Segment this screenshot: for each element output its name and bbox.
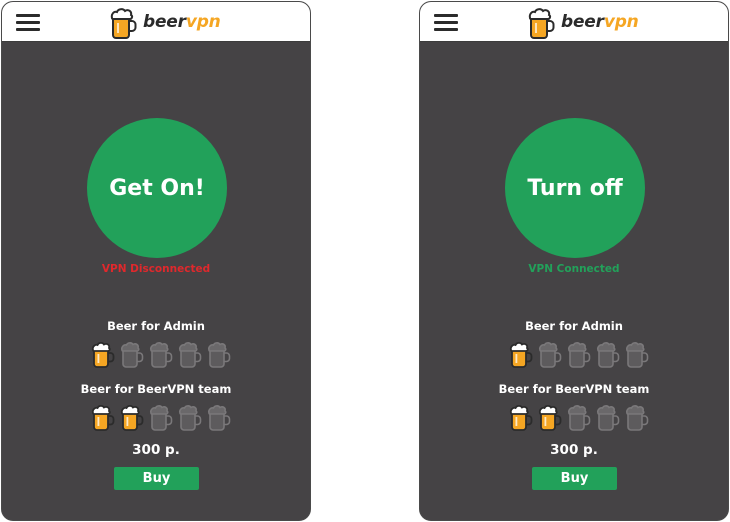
beer-mug-full-icon[interactable]: [508, 404, 534, 432]
admin-beer-rating: [508, 341, 650, 369]
beer-mug-empty-icon[interactable]: [595, 404, 621, 432]
brand-name-part1: beer: [561, 12, 604, 32]
phone-screen-disconnected: beervpn Get On! VPN Disconnected Beer fo…: [1, 1, 311, 521]
admin-beer-title: Beer for Admin: [525, 319, 623, 333]
beer-mug-full-icon[interactable]: [508, 341, 534, 369]
beer-mug-full-icon[interactable]: [537, 404, 563, 432]
beer-mug-empty-icon[interactable]: [624, 404, 650, 432]
beer-mug-empty-icon[interactable]: [566, 404, 592, 432]
hamburger-menu-icon[interactable]: [434, 14, 458, 32]
team-beer-title: Beer for BeerVPN team: [498, 382, 650, 396]
vpn-status-text: VPN Disconnected: [101, 263, 211, 275]
vpn-status-text: VPN Connected: [528, 263, 620, 275]
team-beer-title: Beer for BeerVPN team: [80, 382, 232, 396]
beer-mug-logo-icon: [528, 8, 555, 39]
disconnect-button[interactable]: Turn off: [505, 118, 645, 258]
beer-mug-empty-icon[interactable]: [206, 341, 232, 369]
beer-mug-full-icon[interactable]: [90, 341, 116, 369]
price-text: 300 p.: [132, 442, 180, 458]
beer-mug-empty-icon[interactable]: [177, 404, 203, 432]
connect-button-label: Get On!: [109, 175, 205, 201]
beer-mug-empty-icon[interactable]: [206, 404, 232, 432]
beer-mug-full-icon[interactable]: [90, 404, 116, 432]
beer-mug-empty-icon[interactable]: [177, 341, 203, 369]
buy-button[interactable]: Buy: [114, 467, 199, 490]
beer-mug-empty-icon[interactable]: [624, 341, 650, 369]
beer-mug-empty-icon[interactable]: [148, 341, 174, 369]
hamburger-menu-icon[interactable]: [16, 14, 40, 32]
beer-mug-empty-icon[interactable]: [119, 341, 145, 369]
app-header: beervpn: [2, 2, 310, 42]
app-header: beervpn: [420, 2, 728, 42]
admin-beer-rating: [90, 341, 232, 369]
beer-mug-empty-icon[interactable]: [148, 404, 174, 432]
beer-mug-empty-icon[interactable]: [595, 341, 621, 369]
team-beer-rating: [90, 404, 232, 432]
brand-name-part1: beer: [143, 12, 186, 32]
beer-mug-empty-icon[interactable]: [566, 341, 592, 369]
beer-mug-full-icon[interactable]: [119, 404, 145, 432]
brand-name-part2: vpn: [603, 12, 639, 32]
connect-button[interactable]: Get On!: [87, 118, 227, 258]
phone-screen-connected: beervpn Turn off VPN Connected Beer for …: [419, 1, 729, 521]
team-beer-rating: [508, 404, 650, 432]
buy-button[interactable]: Buy: [532, 467, 617, 490]
price-text: 300 p.: [550, 442, 598, 458]
admin-beer-title: Beer for Admin: [107, 319, 205, 333]
beer-mug-logo-icon: [110, 8, 137, 39]
disconnect-button-label: Turn off: [527, 175, 623, 201]
beer-mug-empty-icon[interactable]: [537, 341, 563, 369]
brand-name-part2: vpn: [185, 12, 221, 32]
